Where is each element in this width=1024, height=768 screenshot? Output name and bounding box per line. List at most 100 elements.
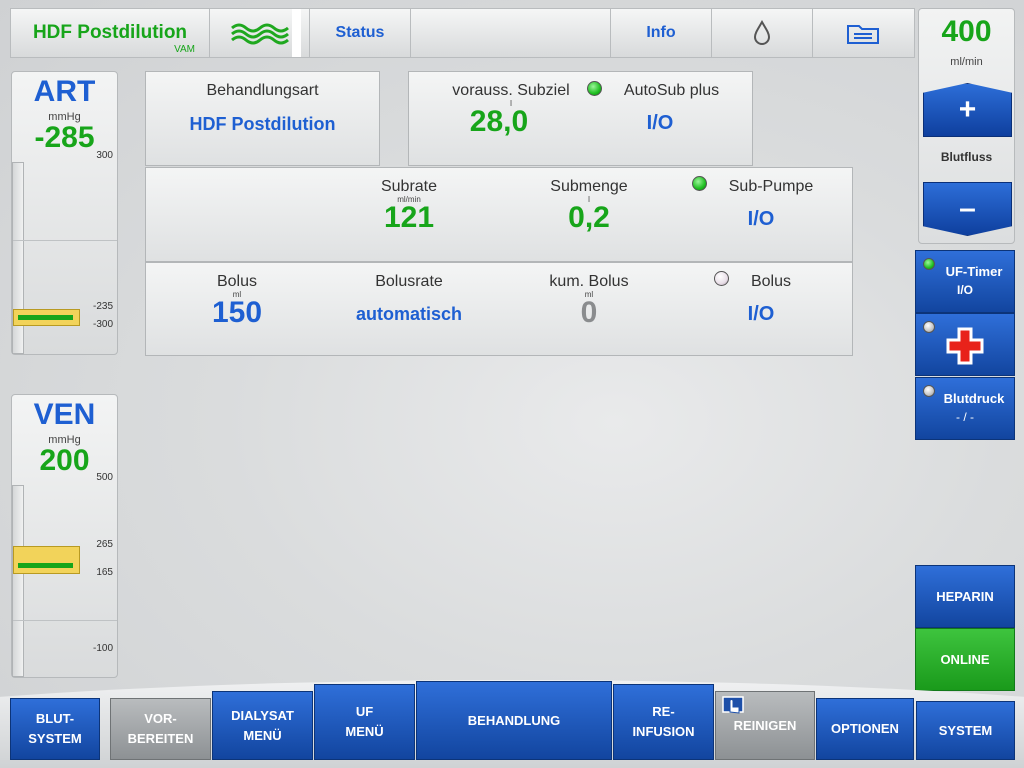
bloodflow-label: Blutfluss [940, 150, 993, 164]
uf-timer-value: I/O [956, 283, 973, 297]
nav-cleaning[interactable]: REINIGEN [715, 691, 815, 760]
treatment-type-panel[interactable]: Behandlungsart HDF Postdilution [145, 71, 380, 166]
cumulative-bolus-value: 0 [580, 296, 598, 329]
nav-blood-system[interactable]: BLUT- SYSTEM [10, 698, 100, 760]
first-aid-button[interactable] [915, 313, 1015, 376]
drop-button[interactable] [712, 9, 813, 57]
sub-rate-label: Subrate [380, 178, 438, 195]
bloodflow-increase-button[interactable]: + [923, 83, 1012, 137]
bottom-nav: BLUT- SYSTEM VOR- BEREITEN DIALYSAT MENÜ UF… [10, 681, 1015, 760]
sub-goal-panel: vorauss. Subziel l 28,0 AutoSub plus I/O [408, 71, 753, 166]
substitution-panel: Subrate ml/min 121 Submenge l 0,2 Sub-Pu… [145, 167, 853, 262]
nav-dialysate-menu[interactable]: DIALYSAT MENÜ [212, 691, 313, 760]
top-status-bar: HDF Postdilution VAM Status Info [10, 8, 915, 58]
sub-amount-value: 0,2 [568, 201, 610, 234]
nav-reinfusion-line1: RE- [652, 704, 675, 719]
therapy-mode-sub: VAM [174, 44, 195, 55]
uf-timer-label: UF-Timer [945, 264, 1003, 279]
venous-limit-window [13, 546, 80, 574]
sub-amount-label: Submenge [550, 178, 628, 195]
venous-tick-limit-low: 165 [96, 567, 113, 578]
sub-rate-value[interactable]: 121 [334, 201, 484, 235]
first-aid-cross-icon [946, 327, 984, 365]
therapy-mode-title: HDF Postdilution [32, 22, 188, 43]
info-button[interactable]: Info [611, 9, 712, 57]
autosub-toggle[interactable]: I/O [587, 112, 733, 135]
venous-tick-lower: -100 [92, 643, 113, 654]
arterial-name: ART [33, 75, 96, 108]
folder-icon [847, 25, 879, 44]
arterial-pressure-bar [18, 315, 73, 320]
blood-pressure-button[interactable]: Blutdruck - / - [915, 377, 1015, 440]
nav-prepare[interactable]: VOR- BEREITEN [110, 698, 211, 760]
first-aid-status-led [923, 321, 935, 333]
info-label: Info [646, 24, 676, 41]
blood-pressure-label: Blutdruck [943, 391, 1005, 406]
nav-blood-system-line1: BLUT- [35, 711, 75, 726]
venous-name: VEN [33, 398, 96, 431]
nav-options[interactable]: OPTIONEN [816, 698, 914, 760]
bolus-panel: Bolus ml 150 Bolusrate automatisch kum. … [145, 262, 853, 356]
bloodflow-value: 400 [941, 15, 992, 48]
nav-treatment[interactable]: BEHANDLUNG [416, 681, 612, 760]
venous-tick-limit-high: 265 [96, 539, 113, 550]
message-area [411, 9, 611, 57]
folder-button[interactable] [813, 9, 913, 57]
status-label: Status [335, 24, 385, 41]
venous-scale-track [12, 485, 24, 677]
nav-dialysate-menu-line1: DIALYSAT [231, 707, 294, 723]
bloodflow-panel: 400 ml/min + Blutfluss – [918, 8, 1015, 244]
therapy-mode-cell[interactable]: HDF Postdilution VAM [11, 9, 210, 57]
treatment-type-value: HDF Postdilution [189, 114, 336, 134]
autosub-label: AutoSub plus [623, 82, 720, 99]
nav-cleaning-label: REINIGEN [733, 717, 797, 733]
hand-pointer-icon [722, 696, 744, 714]
venous-scale-divider [13, 620, 117, 621]
treatment-type-label: Behandlungsart [206, 82, 319, 99]
bolus-label: Bolus [216, 273, 258, 290]
nav-uf-menu-line2: MENÜ [345, 724, 384, 739]
drop-icon [753, 20, 771, 45]
uf-timer-status-led [923, 258, 935, 270]
nav-system-label: SYSTEM [938, 722, 993, 738]
nav-system[interactable]: SYSTEM [916, 701, 1015, 760]
bolus-rate-label: Bolusrate [375, 273, 443, 290]
status-button[interactable]: Status [310, 9, 411, 57]
bolus-toggle[interactable]: I/O [686, 303, 836, 326]
wave-icon [230, 23, 289, 45]
venous-pressure-gauge[interactable]: VEN mmHg 200 500 265 165 -100 [11, 394, 118, 678]
sub-goal-label: vorauss. Subziel [452, 82, 570, 99]
venous-tick-upper: 500 [96, 472, 113, 483]
online-button[interactable]: ONLINE [915, 628, 1015, 691]
arterial-tick-upper: 300 [96, 150, 113, 161]
uf-timer-button[interactable]: UF-Timer I/O [915, 250, 1015, 313]
nav-uf-menu-line1: UF [355, 704, 374, 719]
arterial-pressure-gauge[interactable]: ART mmHg -285 300 -235 -300 [11, 71, 118, 355]
nav-reinfusion-line2: INFUSION [632, 724, 695, 739]
blood-pressure-value: - / - [956, 410, 974, 424]
sub-pump-toggle[interactable]: I/O [686, 208, 836, 231]
sub-pump-label: Sub-Pumpe [728, 178, 814, 195]
arterial-scale-divider [13, 240, 117, 241]
bolus-switch-label: Bolus [750, 273, 792, 290]
blood-pressure-status-led [923, 385, 935, 397]
nav-reinfusion[interactable]: RE- INFUSION [613, 684, 714, 760]
nav-treatment-label: BEHANDLUNG [467, 712, 561, 728]
cumulative-bolus-label: kum. Bolus [549, 273, 629, 290]
nav-prepare-line2: BEREITEN [127, 731, 194, 746]
sub-goal-value[interactable]: 28,0 [426, 105, 572, 139]
heparin-button[interactable]: HEPARIN [915, 565, 1015, 628]
flow-indicator-strip [292, 9, 301, 57]
bolus-rate-value[interactable]: automatisch [314, 304, 504, 325]
arterial-tick-limit-high: -235 [92, 301, 113, 312]
venous-pressure-bar [18, 563, 73, 568]
nav-dialysate-menu-line2: MENÜ [243, 727, 282, 743]
nav-options-label: OPTIONEN [831, 721, 899, 736]
nav-uf-menu[interactable]: UF MENÜ [314, 684, 415, 760]
bolus-value[interactable]: 150 [162, 296, 312, 330]
nav-prepare-line1: VOR- [144, 711, 177, 726]
arterial-tick-limit-low: -300 [92, 319, 113, 330]
flow-indicator-cell[interactable] [210, 9, 310, 57]
nav-blood-system-line2: SYSTEM [28, 731, 82, 746]
bloodflow-decrease-button[interactable]: – [923, 182, 1012, 236]
